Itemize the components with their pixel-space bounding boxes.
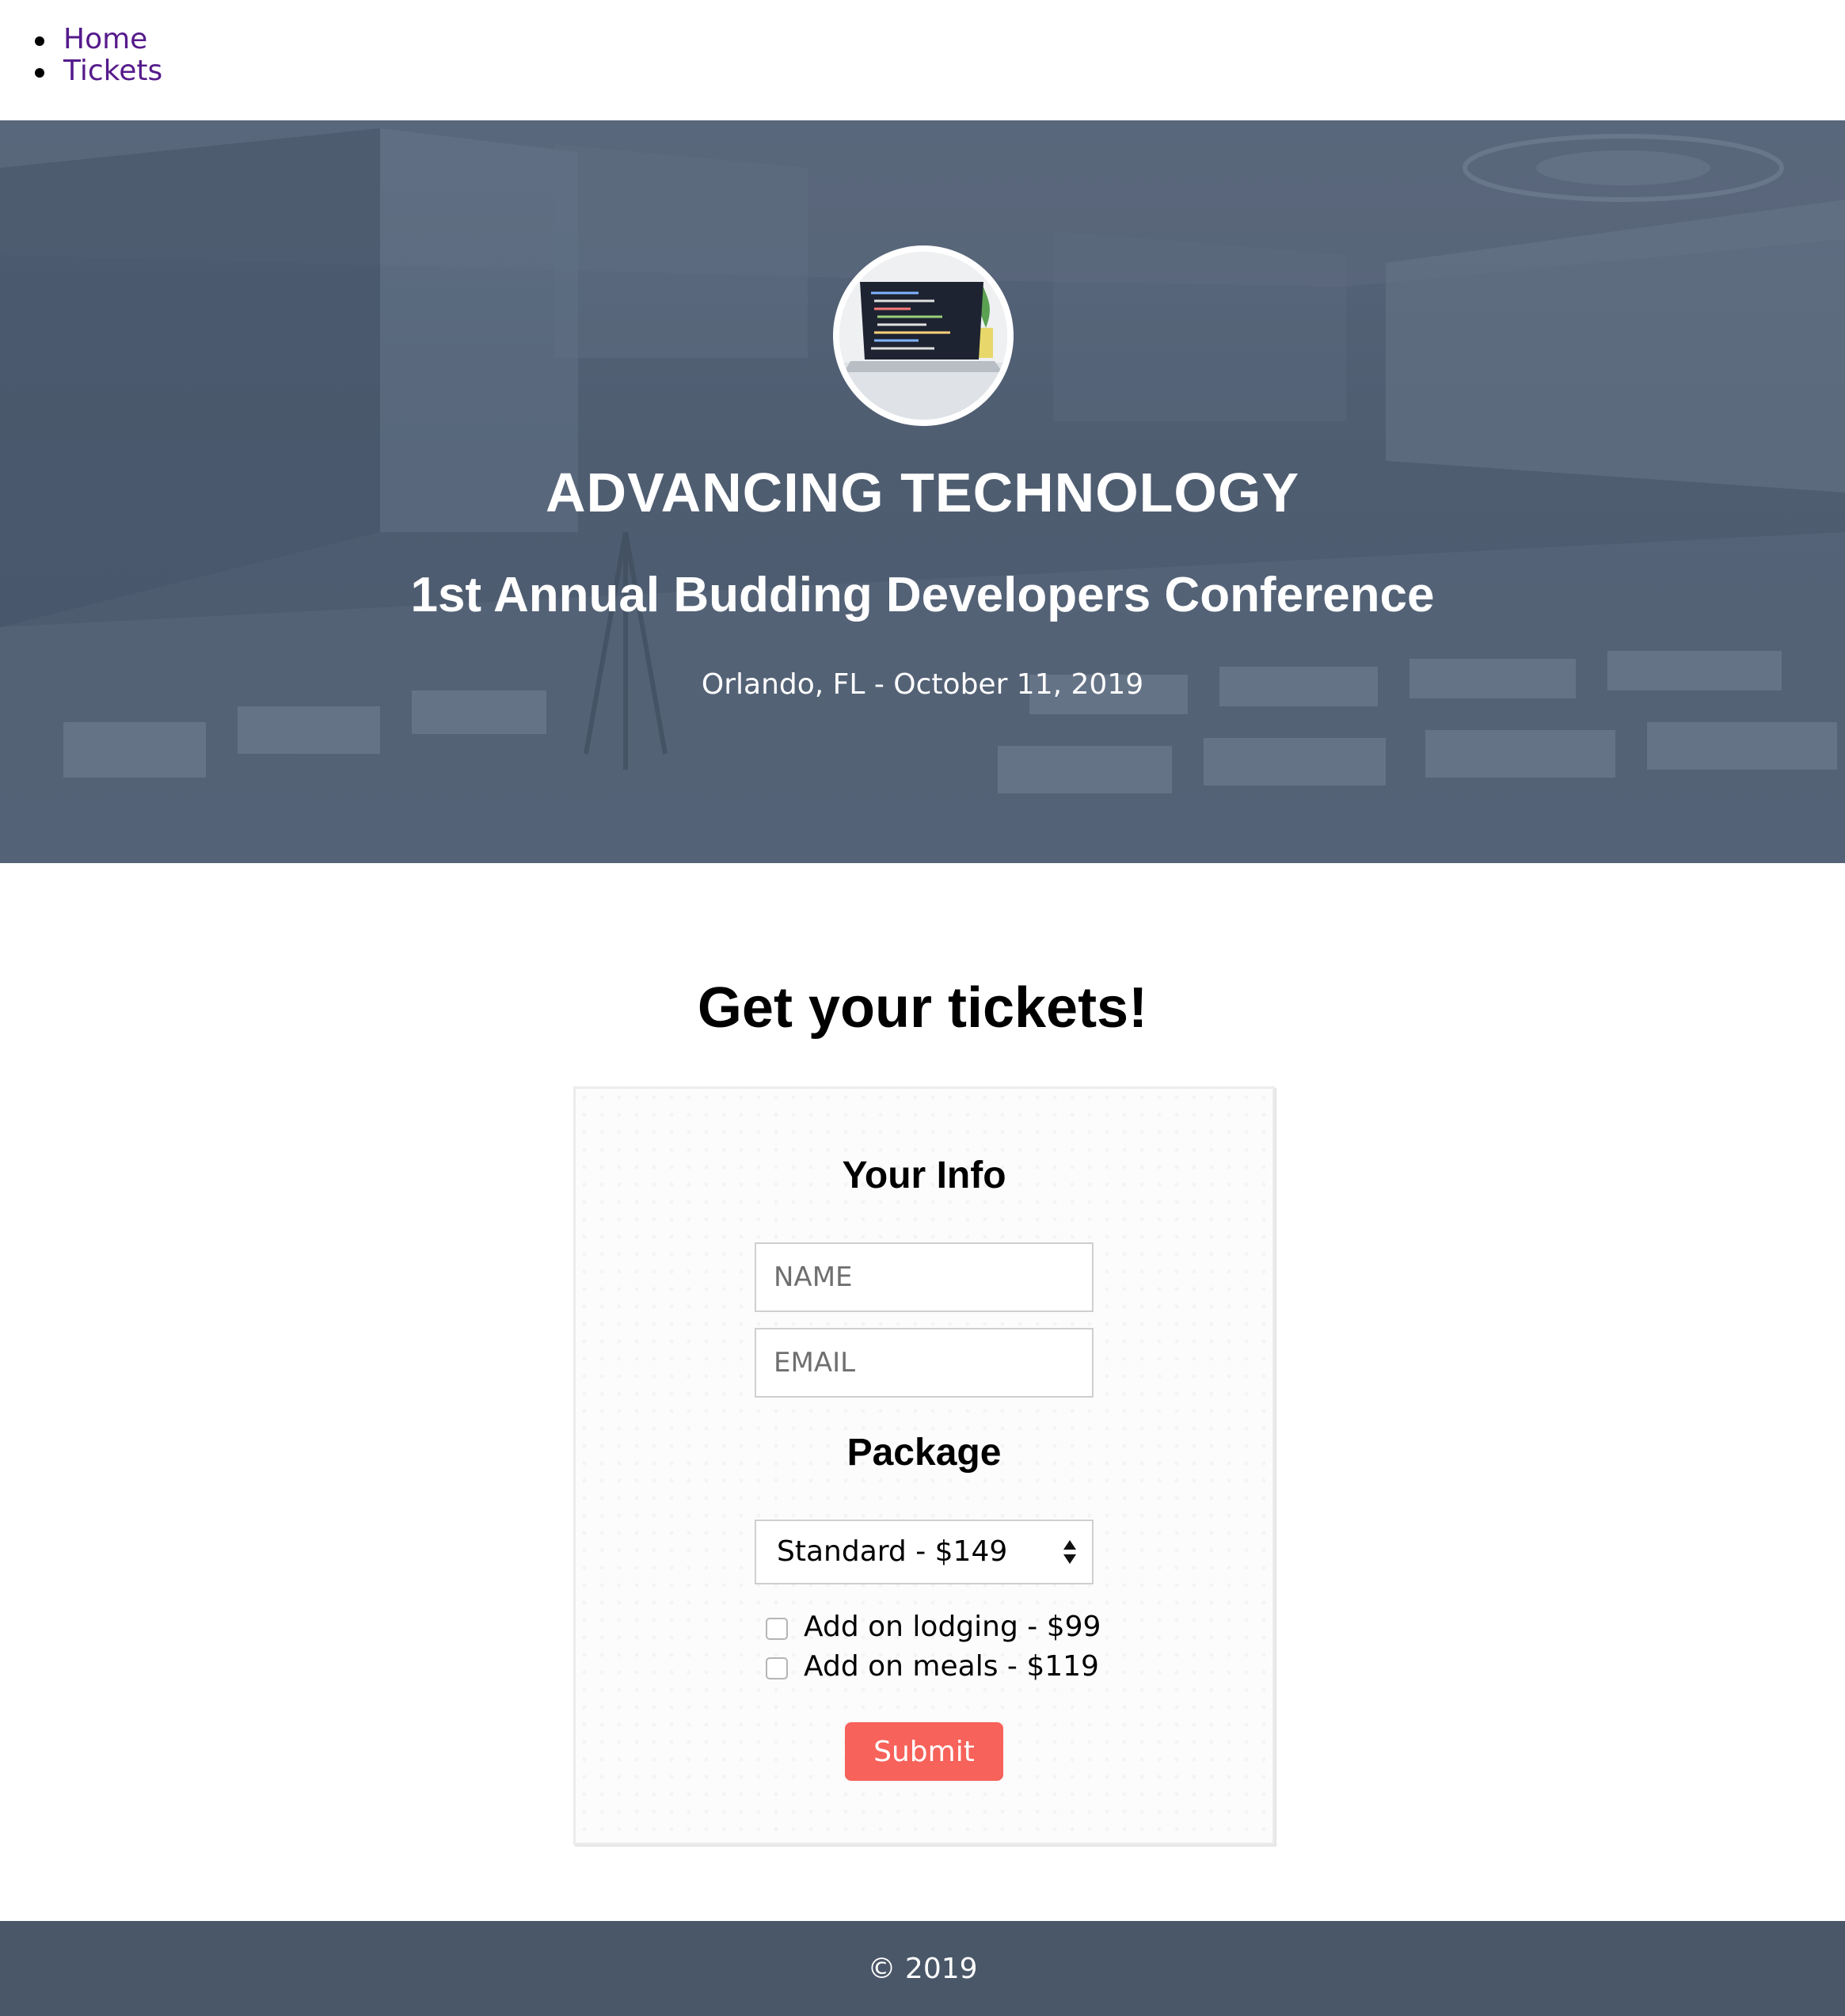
select-arrows-icon [1063,1540,1076,1564]
footer: © 2019 [0,1921,1845,2016]
package-title: Package [846,1432,1002,1474]
ticket-form: Your Info Package Standard - $149 Add on… [573,1086,1275,1845]
addon-meals-label: Add on meals - $119 [804,1650,1099,1683]
addon-meals-checkbox[interactable] [766,1657,788,1679]
package-selected-value: Standard - $149 [777,1535,1008,1568]
top-nav: Home Tickets [0,0,1845,120]
nav-link-home[interactable]: Home [63,23,147,55]
addon-lodging-label: Add on lodging - $99 [804,1611,1101,1643]
laptop-avatar-icon [833,245,1014,426]
submit-button[interactable]: Submit [845,1722,1003,1781]
email-input[interactable] [755,1328,1094,1398]
nav-item-tickets: Tickets [32,55,162,87]
nav-item-home: Home [32,24,162,55]
tickets-heading: Get your tickets! [697,976,1148,1040]
addon-lodging-checkbox[interactable] [766,1618,788,1640]
nav-link-tickets[interactable]: Tickets [63,55,162,87]
copyright-text: © 2019 [867,1953,978,1985]
package-select[interactable]: Standard - $149 [755,1520,1094,1584]
hero-banner: ADVANCING TECHNOLOGY 1st Annual Budding … [0,120,1845,863]
event-location-date: Orlando, FL - October 11, 2019 [701,668,1144,701]
name-input[interactable] [755,1242,1094,1312]
nav-list: Home Tickets [32,24,162,87]
hero-subtitle: 1st Annual Budding Developers Conference [410,568,1435,622]
hero-title: ADVANCING TECHNOLOGY [545,462,1300,523]
your-info-title: Your Info [842,1154,1006,1196]
